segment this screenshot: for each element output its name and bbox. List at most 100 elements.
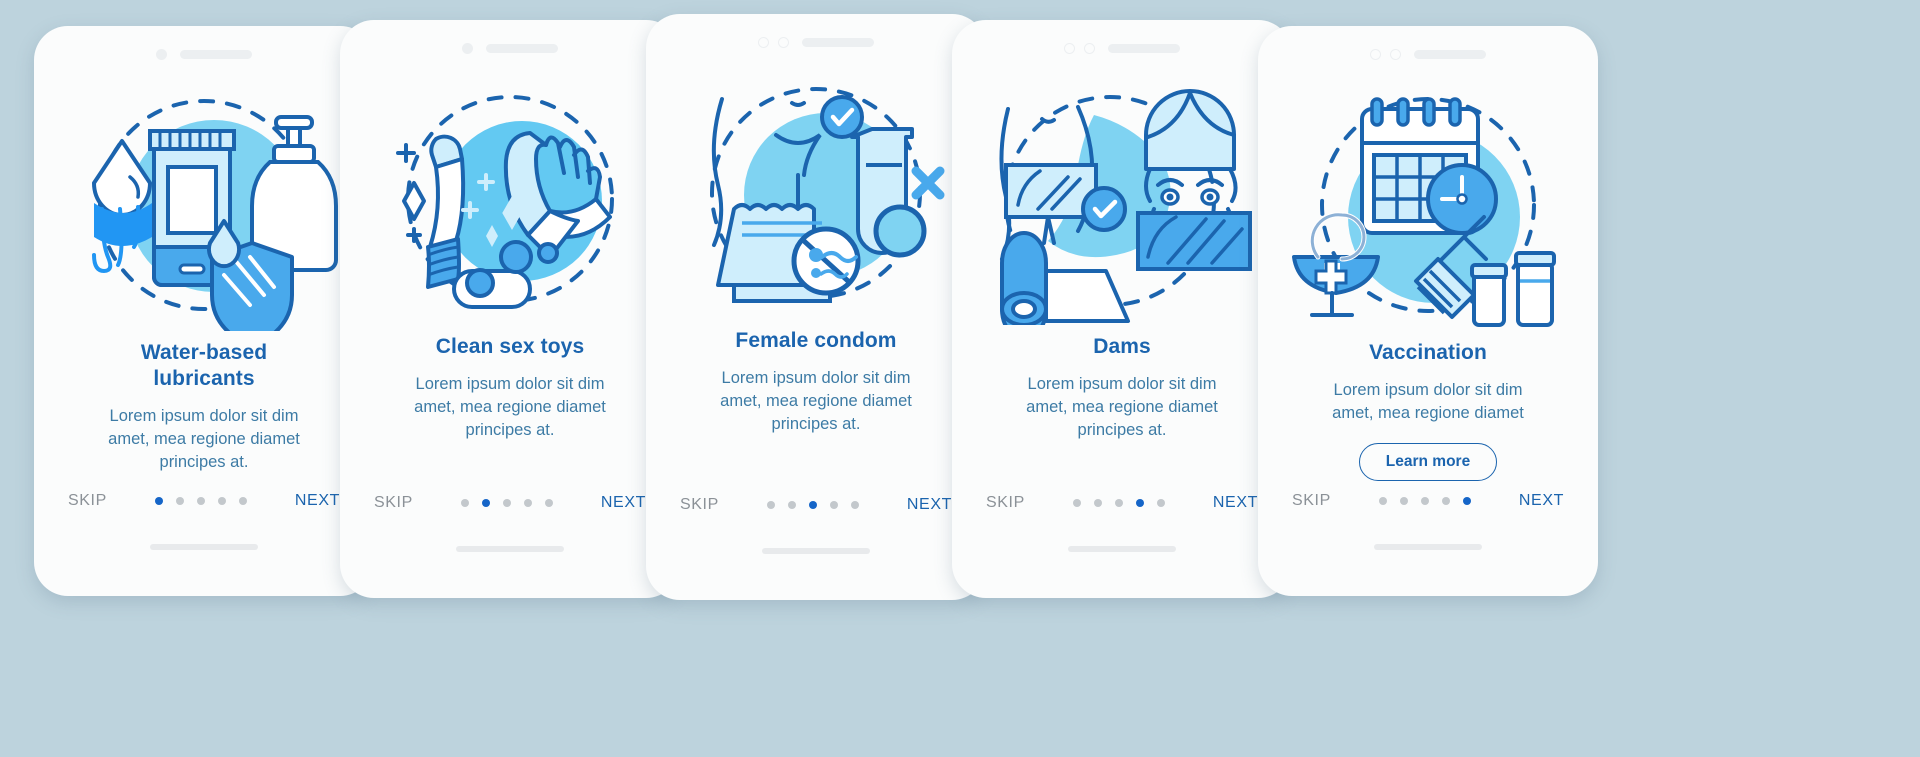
card-title-line-1: Dams xyxy=(1093,335,1151,358)
phone-status-bar xyxy=(952,20,1292,66)
card-body-line-2: amet, mea regione diamet xyxy=(720,392,912,410)
text-block: Vaccination Lorem ipsum dolor sit dim amet… xyxy=(1258,340,1598,481)
card-title: Vaccination xyxy=(1288,340,1568,366)
card-body-line-1: Lorem ipsum dolor sit dim xyxy=(1027,375,1217,393)
illustration-area xyxy=(34,72,374,340)
card-title: Clean sex toys xyxy=(370,334,650,360)
next-button[interactable]: NEXT xyxy=(1213,494,1258,512)
illustration-area xyxy=(1258,72,1598,340)
page-dot-4-active[interactable] xyxy=(1135,499,1144,507)
page-dot-5[interactable] xyxy=(544,499,553,507)
card-title-line-2: lubricants xyxy=(153,367,255,390)
skip-button[interactable]: SKIP xyxy=(68,492,107,510)
page-dot-5[interactable] xyxy=(1156,499,1165,507)
card-title-line-1: Vaccination xyxy=(1369,341,1487,364)
illustration-area xyxy=(646,60,986,328)
learn-more-button[interactable]: Learn more xyxy=(1358,443,1498,481)
page-dot-2[interactable] xyxy=(787,501,796,509)
skip-button[interactable]: SKIP xyxy=(1292,492,1331,510)
illustration-area xyxy=(340,66,680,334)
page-dot-3[interactable] xyxy=(502,499,511,507)
onboarding-screens-stage: Water-based lubricants Lorem ipsum dolor s… xyxy=(0,0,1920,757)
next-button[interactable]: NEXT xyxy=(601,494,646,512)
speaker-grille xyxy=(180,49,252,59)
page-dot-2[interactable] xyxy=(175,497,184,505)
page-dot-4[interactable] xyxy=(523,499,532,507)
page-indicator-dots xyxy=(1378,497,1471,505)
onboarding-navigation: SKIP NEXT xyxy=(340,494,680,512)
phone-status-bar xyxy=(646,14,986,60)
bottom-padding xyxy=(952,552,1292,598)
skip-button[interactable]: SKIP xyxy=(374,494,413,512)
card-title-line-1: Clean sex toys xyxy=(435,335,585,358)
sensor-ring-icon xyxy=(1370,48,1381,60)
card-title: Water-based lubricants xyxy=(64,340,344,392)
speaker-grille xyxy=(1414,49,1486,59)
page-dot-2[interactable] xyxy=(1399,497,1408,505)
page-dot-1[interactable] xyxy=(766,501,775,509)
page-dot-2[interactable] xyxy=(1093,499,1102,507)
page-indicator-dots xyxy=(154,497,247,505)
card-body-text: Lorem ipsum dolor sit dim amet, mea regio… xyxy=(64,405,344,474)
camera-ring-icon xyxy=(1084,42,1095,54)
speaker-grille xyxy=(802,37,874,47)
card-title-line-1: Female condom xyxy=(735,329,897,352)
card-body-line-3: principes at. xyxy=(465,421,555,439)
card-body-line-1: Lorem ipsum dolor sit dim xyxy=(415,375,605,393)
water-based-lubricants-illustration xyxy=(92,99,338,331)
card-body-line-3: principes at. xyxy=(771,415,861,433)
page-dot-3[interactable] xyxy=(196,497,205,505)
camera-ring-icon xyxy=(1390,48,1401,60)
page-dot-4[interactable] xyxy=(1441,497,1450,505)
sensor-ring-icon xyxy=(1064,42,1075,54)
onboarding-card-1: Water-based lubricants Lorem ipsum dolor s… xyxy=(34,26,374,596)
card-title-line-1: Water-based xyxy=(140,341,268,364)
card-body-line-2: amet, mea regione diamet xyxy=(1026,398,1218,416)
onboarding-card-3: Female condom Lorem ipsum dolor sit dim am… xyxy=(646,14,986,600)
card-body-text: Lorem ipsum dolor sit dim amet, mea regio… xyxy=(1288,379,1568,425)
bottom-padding xyxy=(34,550,374,596)
phone-status-bar xyxy=(34,26,374,72)
clean-sex-toys-illustration xyxy=(396,95,614,309)
page-indicator-dots xyxy=(766,501,859,509)
illustration-area xyxy=(952,66,1292,334)
skip-button[interactable]: SKIP xyxy=(986,494,1025,512)
page-dot-5[interactable] xyxy=(850,501,859,509)
card-body-line-1: Lorem ipsum dolor sit dim xyxy=(109,407,299,425)
skip-button[interactable]: SKIP xyxy=(680,496,719,514)
card-body-line-2: amet, mea regione diamet xyxy=(1332,404,1524,422)
page-indicator-dots xyxy=(460,499,553,507)
dams-illustration xyxy=(999,89,1252,325)
next-button[interactable]: NEXT xyxy=(1519,492,1564,510)
page-dot-5[interactable] xyxy=(238,497,247,505)
page-dot-4[interactable] xyxy=(829,501,838,509)
card-body-text: Lorem ipsum dolor sit dim amet, mea regio… xyxy=(982,373,1262,442)
camera-dot-icon xyxy=(462,42,473,54)
onboarding-navigation: SKIP NEXT xyxy=(952,494,1292,512)
onboarding-navigation: SKIP NEXT xyxy=(646,496,986,514)
speaker-grille xyxy=(1108,43,1180,53)
page-dot-3[interactable] xyxy=(1420,497,1429,505)
onboarding-card-4: Dams Lorem ipsum dolor sit dim amet, mea r… xyxy=(952,20,1292,598)
page-dot-5-active[interactable] xyxy=(1462,497,1471,505)
page-dot-1[interactable] xyxy=(1072,499,1081,507)
camera-dot-icon xyxy=(156,48,167,60)
female-condom-illustration xyxy=(710,87,945,303)
page-dot-1[interactable] xyxy=(460,499,469,507)
page-dot-1-active[interactable] xyxy=(154,497,163,505)
page-dot-3[interactable] xyxy=(1114,499,1123,507)
bottom-padding xyxy=(1258,550,1598,596)
vaccination-illustration xyxy=(1292,97,1556,327)
card-body-line-1: Lorem ipsum dolor sit dim xyxy=(1333,381,1523,399)
phone-status-bar xyxy=(340,20,680,66)
page-dot-3-active[interactable] xyxy=(808,501,817,509)
phone-status-bar xyxy=(1258,26,1598,72)
next-button[interactable]: NEXT xyxy=(295,492,340,510)
speaker-grille xyxy=(486,43,558,53)
onboarding-navigation: SKIP NEXT xyxy=(34,492,374,510)
page-dot-1[interactable] xyxy=(1378,497,1387,505)
page-dot-4[interactable] xyxy=(217,497,226,505)
next-button[interactable]: NEXT xyxy=(907,496,952,514)
onboarding-card-2: Clean sex toys Lorem ipsum dolor sit dim a… xyxy=(340,20,680,598)
page-dot-2-active[interactable] xyxy=(481,499,490,507)
